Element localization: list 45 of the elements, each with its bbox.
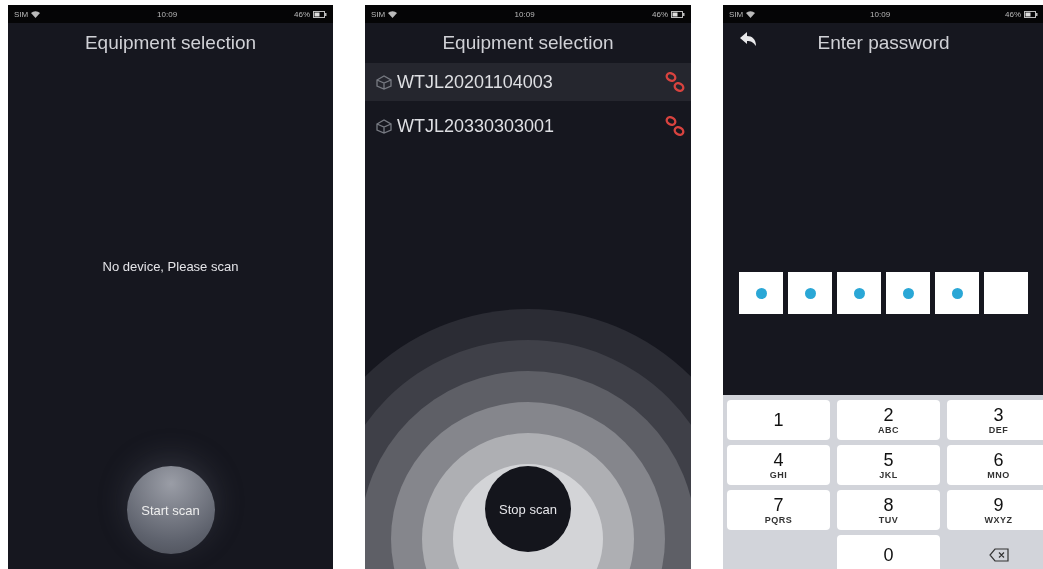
device-row[interactable]: WTJL20201104003 [365, 63, 691, 101]
keypad-key[interactable]: 9 WXYZ [947, 490, 1043, 530]
screen-title: Equipment selection [442, 32, 614, 54]
keypad-key[interactable]: 3 DEF [947, 400, 1043, 440]
pin-dot [902, 287, 914, 299]
pin-dot [755, 287, 767, 299]
backspace-icon [988, 548, 1009, 562]
device-row[interactable]: WTJL20330303001 [365, 107, 691, 145]
screen-title: Enter password [817, 32, 950, 54]
battery-icon [671, 10, 685, 18]
device-icon [375, 118, 393, 134]
carrier-text: SIM [729, 9, 744, 19]
back-icon[interactable] [739, 32, 757, 48]
start-scan-button[interactable]: Start scan [126, 466, 215, 554]
battery-text: 46% [294, 9, 310, 19]
chain-link-icon[interactable] [665, 71, 685, 93]
screen-title: Equipment selection [84, 32, 257, 54]
wifi-icon [31, 10, 41, 18]
clock-text: 10:09 [514, 9, 535, 19]
pin-dot [804, 287, 816, 299]
device-name: WTJL20330303001 [397, 115, 556, 137]
clock-text: 10:09 [870, 9, 891, 19]
pin-dot [853, 287, 865, 299]
keypad-key[interactable]: 7 PQRS [727, 490, 830, 530]
keypad-key[interactable]: 2 ABC [837, 400, 940, 440]
carrier-text: SIM [14, 9, 29, 19]
pin-dot [951, 287, 963, 299]
device-icon [375, 74, 393, 90]
battery-icon [313, 10, 327, 18]
keypad-key[interactable]: 8 TUV [837, 490, 940, 530]
carrier-text: SIM [371, 9, 386, 19]
battery-text: 46% [652, 9, 668, 19]
battery-text: 46% [1005, 9, 1021, 19]
keypad-key[interactable]: 1 [727, 400, 830, 440]
wifi-icon [388, 10, 398, 18]
battery-icon [1024, 10, 1038, 18]
keypad-key[interactable]: 5 JKL [837, 445, 940, 485]
clock-text: 10:09 [157, 9, 178, 19]
wifi-icon [746, 10, 756, 18]
empty-message: No device, Please scan [102, 259, 239, 274]
device-name: WTJL20201104003 [397, 71, 554, 93]
chain-link-icon[interactable] [665, 115, 685, 137]
keypad-key[interactable]: 4 GHI [727, 445, 830, 485]
keypad-key[interactable]: 0 [837, 535, 940, 569]
keypad-key[interactable]: 6 MNO [947, 445, 1043, 485]
